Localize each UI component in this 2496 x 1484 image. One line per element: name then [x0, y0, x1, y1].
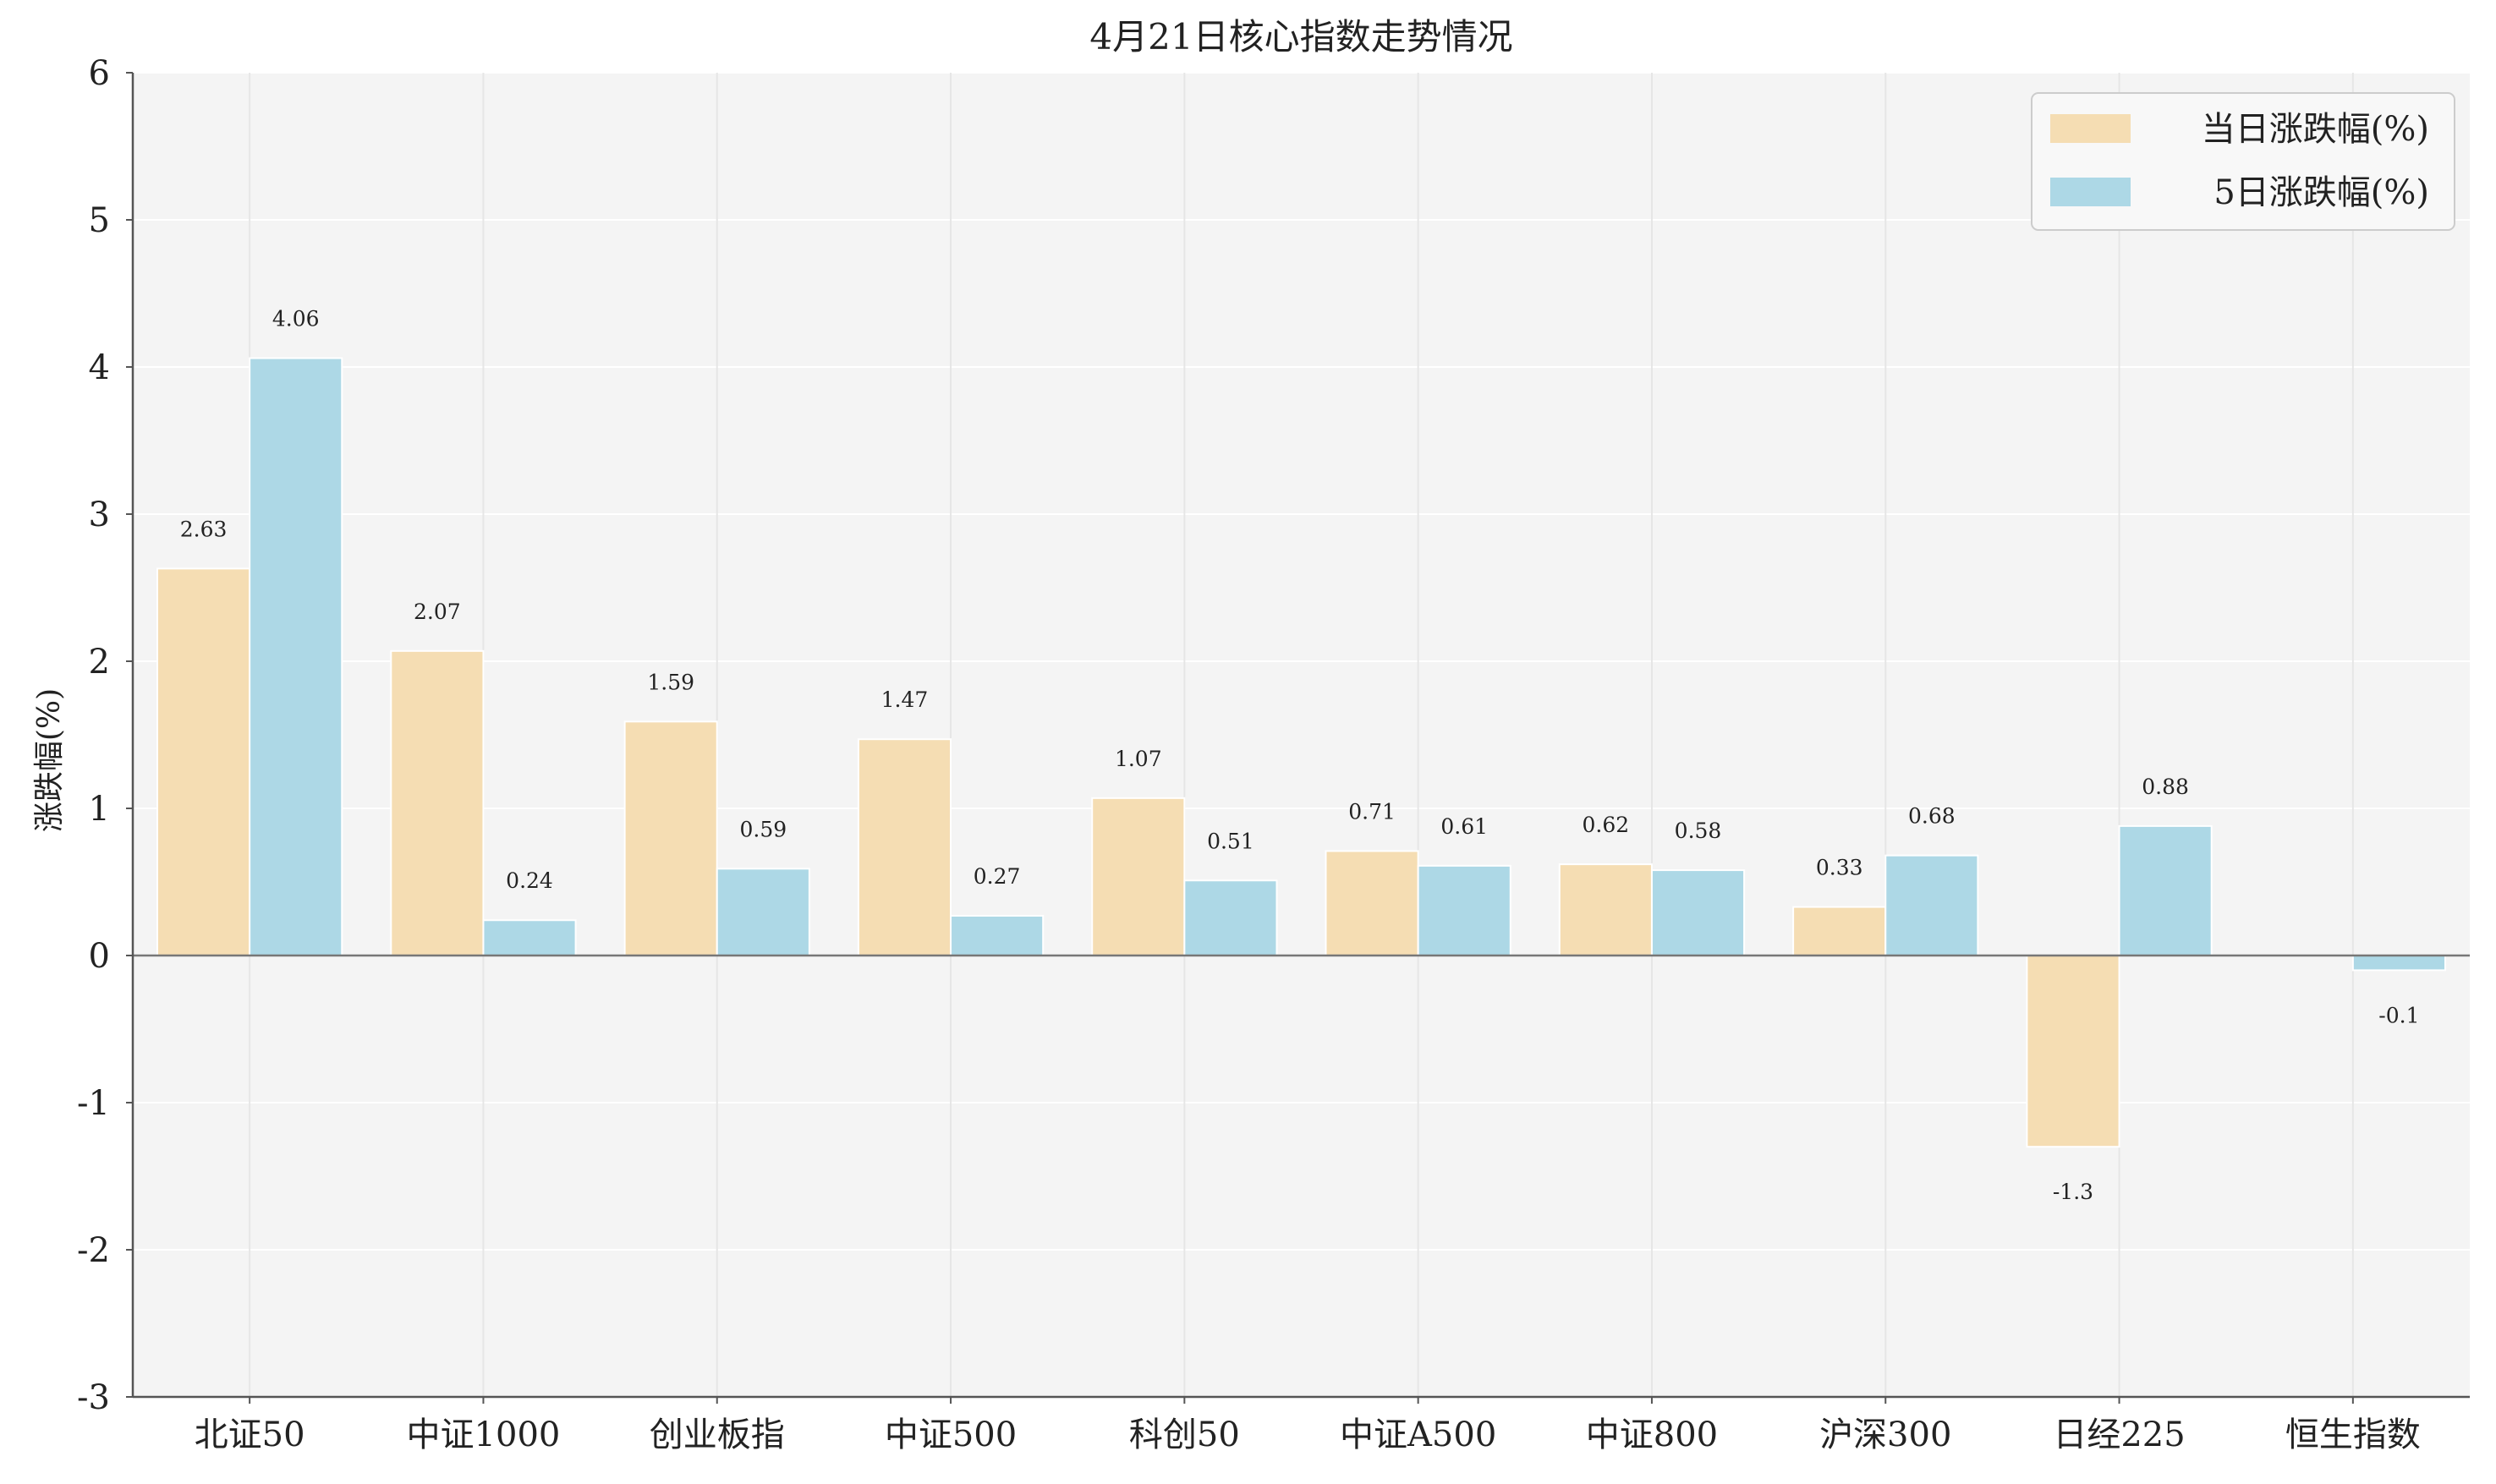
bar-five-day[interactable]: [2351, 955, 2446, 972]
bar-daily[interactable]: [1792, 906, 1887, 956]
y-tick-label: 2: [89, 643, 110, 682]
data-label: 2.63: [180, 517, 228, 541]
data-label: 0.61: [1440, 814, 1488, 839]
data-label: 1.59: [647, 670, 694, 694]
x-tick-label: 恒生指数: [2285, 1416, 2421, 1454]
y-tick-label: -2: [77, 1231, 110, 1270]
bar-daily[interactable]: [1325, 850, 1419, 957]
data-label: 0.51: [1207, 829, 1254, 853]
x-tick-label: 日经225: [2053, 1416, 2185, 1454]
bar-five-day[interactable]: [1183, 879, 1278, 957]
bar-five-day[interactable]: [716, 868, 810, 956]
legend-entry: 5日涨跌幅(%): [2213, 173, 2429, 212]
data-label: 1.07: [1115, 747, 1162, 771]
data-label: 0.71: [1348, 799, 1396, 824]
x-tick-label: 中证800: [1586, 1416, 1718, 1454]
x-tick-label: 沪深300: [1819, 1416, 1951, 1454]
bar-five-day[interactable]: [482, 919, 577, 956]
data-label: 1.47: [881, 687, 929, 712]
y-tick-label: 4: [89, 348, 110, 387]
y-axis-label: 涨跌幅(%): [32, 688, 67, 832]
chart-container: 2.63 2.07 1.59 1.47 1.07 0.71 0.62 0.33 -1.3 4.06…: [0, 0, 2496, 1481]
bar-daily[interactable]: [390, 649, 485, 956]
bar-daily[interactable]: [623, 720, 718, 957]
data-label: 0.33: [1816, 856, 1863, 880]
x-tick-label: 科创50: [1129, 1416, 1240, 1454]
data-label: 0.24: [506, 868, 553, 893]
bar-chart: 2.63 2.07 1.59 1.47 1.07 0.71 0.62 0.33 -1.3 4.06…: [32, 16, 2470, 1454]
data-label: 0.58: [1675, 819, 1722, 843]
legend-entry: 当日涨跌幅(%): [2202, 110, 2429, 149]
bar-five-day[interactable]: [1650, 869, 1746, 956]
data-label: -0.1: [2378, 1003, 2419, 1027]
data-label: 0.68: [1908, 804, 1956, 829]
y-tick-label: -3: [77, 1378, 110, 1417]
bar-daily[interactable]: [2026, 955, 2120, 1148]
data-label: -1.3: [2053, 1180, 2093, 1204]
bar-five-day[interactable]: [249, 357, 343, 956]
x-tick-label: 北证50: [195, 1416, 305, 1454]
y-tick-label: 0: [89, 937, 110, 976]
x-tick-label: 中证1000: [407, 1416, 561, 1454]
y-tick-label: 3: [89, 496, 110, 534]
y-tick-label: 5: [89, 201, 110, 240]
x-tick-label: 创业板指: [650, 1416, 785, 1454]
y-tick-label: -1: [77, 1084, 110, 1123]
y-tick-label: 1: [89, 790, 110, 829]
data-label: 2.07: [414, 600, 461, 624]
data-label: 0.62: [1583, 813, 1630, 837]
data-label: 0.88: [2142, 775, 2189, 799]
x-tick-label: 中证A500: [1340, 1416, 1496, 1454]
bar-five-day[interactable]: [1417, 864, 1511, 956]
legend-swatch: [2050, 178, 2131, 206]
bar-daily[interactable]: [1558, 863, 1653, 956]
y-tick-label: 6: [89, 54, 110, 93]
bar-daily[interactable]: [156, 567, 251, 956]
data-label: 0.27: [974, 864, 1021, 889]
bar-daily[interactable]: [1091, 797, 1186, 956]
chart-title: 4月21日核心指数走势情况: [1089, 16, 1512, 57]
bar-five-day[interactable]: [2118, 824, 2213, 956]
legend-swatch: [2050, 114, 2131, 143]
x-tick-label: 中证500: [885, 1416, 1017, 1454]
bar-five-day[interactable]: [1884, 854, 1979, 956]
data-label: 4.06: [272, 307, 320, 331]
bar-daily[interactable]: [857, 738, 952, 956]
data-label: 0.59: [739, 817, 787, 841]
bar-five-day[interactable]: [950, 915, 1045, 957]
